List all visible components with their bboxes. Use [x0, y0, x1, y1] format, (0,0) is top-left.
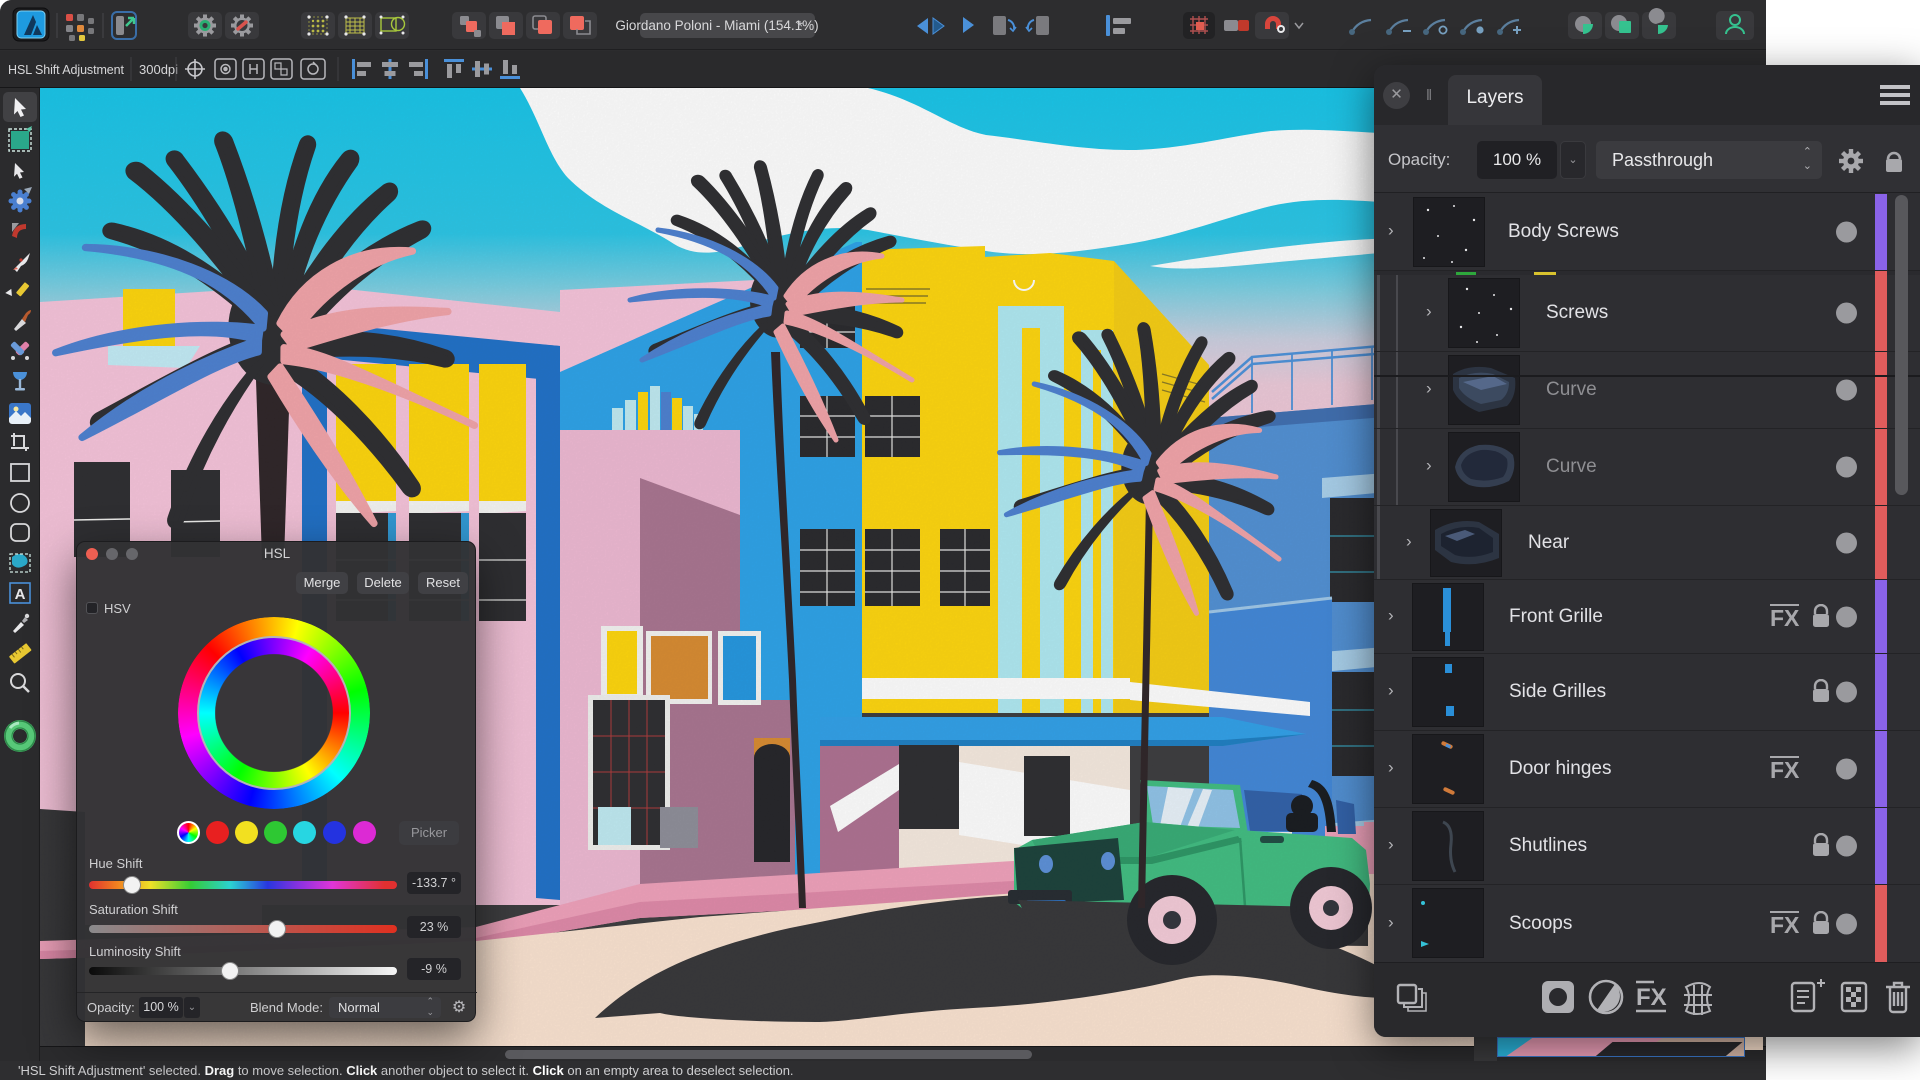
svg-text:Giordano Poloni - Miami (154.1: Giordano Poloni - Miami (154.1%)	[615, 18, 818, 33]
svg-text:HSL Shift Adjustment: HSL Shift Adjustment	[8, 63, 125, 77]
svg-text:300dpi: 300dpi	[139, 62, 178, 77]
svg-text:*: *	[797, 19, 803, 36]
svg-text:A: A	[15, 586, 26, 603]
svg-text:FX: FX	[1636, 984, 1667, 1011]
